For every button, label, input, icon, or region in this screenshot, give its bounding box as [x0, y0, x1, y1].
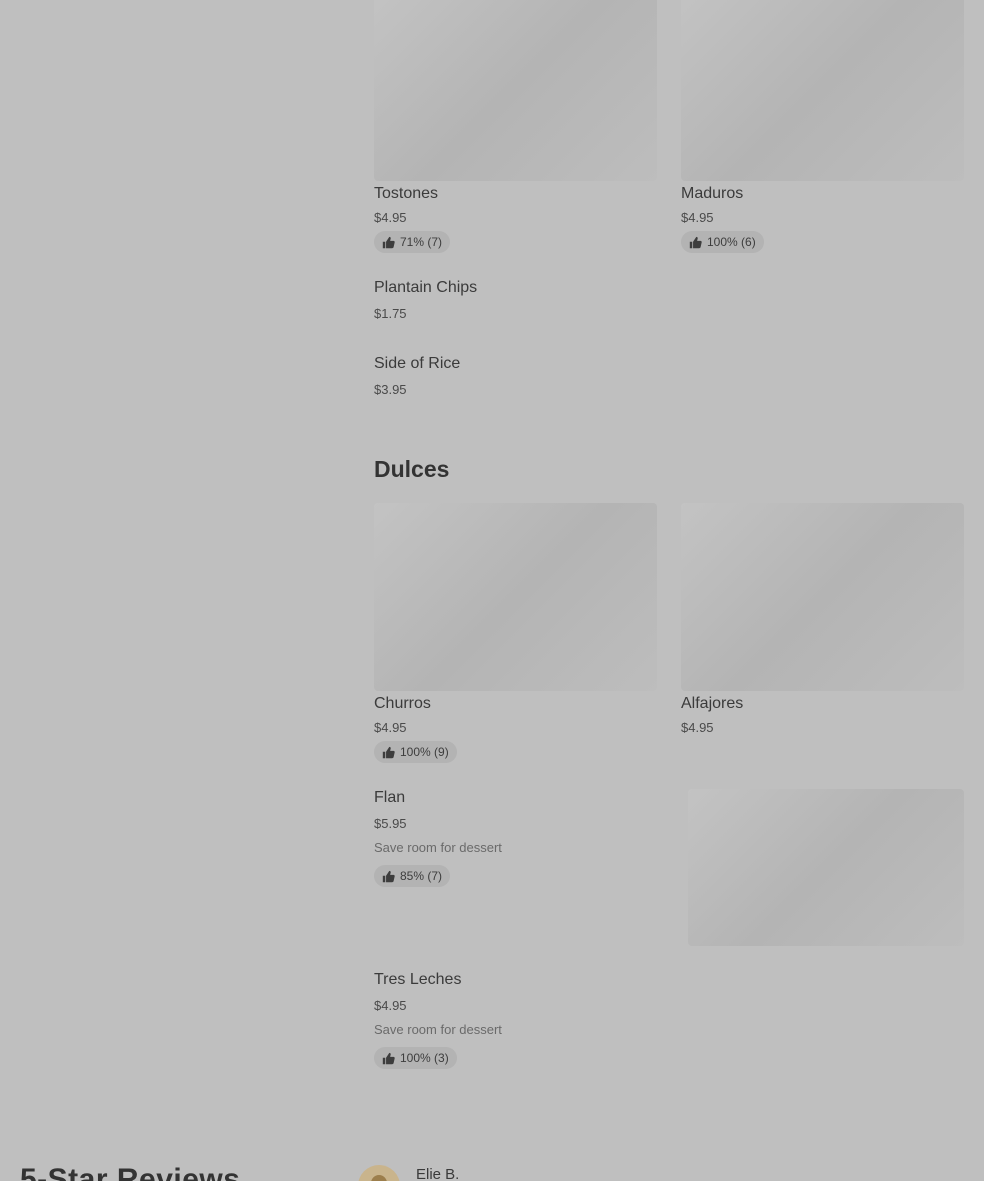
menu-page: Tostones $4.95 71% (7) Maduros $4.95 100… [0, 0, 984, 1181]
item-price-churros: $4.95 [374, 720, 407, 735]
rating-badge-maduros: 100% (6) [681, 231, 764, 253]
item-name-plantain-chips[interactable]: Plantain Chips [374, 279, 477, 297]
item-name-flan[interactable]: Flan [374, 789, 405, 807]
item-name-alfajores[interactable]: Alfajores [681, 695, 743, 713]
item-description-flan: Save room for dessert [374, 840, 502, 855]
section-title-dulces: Dulces [374, 456, 450, 482]
item-name-maduros[interactable]: Maduros [681, 185, 743, 203]
rating-text: 71% (7) [400, 235, 443, 249]
thumbs-up-icon [382, 1052, 395, 1064]
item-name-tostones[interactable]: Tostones [374, 185, 438, 203]
reviewer-name[interactable]: Elie B. [416, 1166, 459, 1181]
item-price-flan: $5.95 [374, 816, 407, 831]
item-name-churros[interactable]: Churros [374, 695, 431, 713]
rating-text: 100% (3) [400, 1051, 449, 1065]
alfajores-image[interactable] [681, 503, 964, 691]
rating-badge-tres-leches: 100% (3) [374, 1047, 457, 1069]
thumbs-up-icon [382, 870, 395, 882]
rating-text: 100% (6) [707, 235, 756, 249]
item-price-plantain-chips: $1.75 [374, 306, 407, 321]
thumbs-up-icon [382, 236, 395, 248]
item-price-side-of-rice: $3.95 [374, 382, 407, 397]
rating-text: 100% (9) [400, 745, 449, 759]
rating-badge-tostones: 71% (7) [374, 231, 451, 253]
rating-badge-flan: 85% (7) [374, 865, 451, 887]
item-price-tres-leches: $4.95 [374, 998, 407, 1013]
item-description-tres-leches: Save room for dessert [374, 1022, 502, 1037]
thumbs-up-icon [382, 746, 395, 758]
item-price-maduros: $4.95 [681, 210, 714, 225]
reviewer-avatar[interactable] [358, 1165, 400, 1181]
item-price-alfajores: $4.95 [681, 720, 714, 735]
item-price-tostones: $4.95 [374, 210, 407, 225]
thumbs-up-icon [689, 236, 702, 248]
churros-image[interactable] [374, 503, 657, 691]
maduros-image[interactable] [681, 0, 964, 181]
flan-image[interactable] [688, 789, 964, 946]
tostones-image[interactable] [374, 0, 657, 181]
rating-badge-churros: 100% (9) [374, 741, 457, 763]
item-name-side-of-rice[interactable]: Side of Rice [374, 355, 460, 373]
item-name-tres-leches[interactable]: Tres Leches [374, 971, 461, 989]
reviews-section-title: 5-Star Reviews [20, 1163, 241, 1181]
rating-text: 85% (7) [400, 869, 443, 883]
